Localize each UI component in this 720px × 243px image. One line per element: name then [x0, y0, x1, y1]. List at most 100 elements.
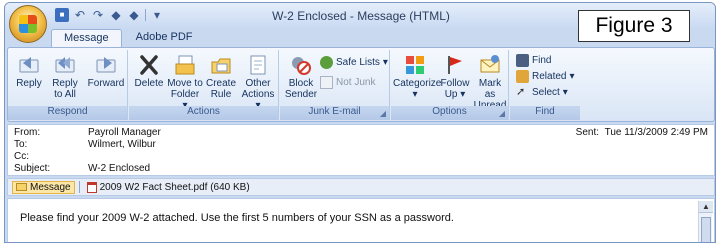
select-label: Select: [532, 87, 560, 98]
junk-email-label: Junk E-mail: [308, 106, 361, 117]
create-label: Create: [205, 78, 236, 89]
reply-all-label-2: to All: [54, 89, 76, 100]
message-attachment-tab[interactable]: Message: [12, 180, 75, 194]
vertical-scrollbar[interactable]: ▲: [698, 201, 713, 242]
pdf-file-icon: [86, 181, 97, 193]
office-logo-icon: [19, 15, 37, 33]
office-button[interactable]: [9, 5, 47, 43]
other-actions-icon: [250, 55, 266, 75]
related-icon: [516, 70, 529, 83]
not-junk-label: Not Junk: [336, 77, 376, 88]
forward-icon: [96, 57, 116, 73]
to-value[interactable]: Wilmert, Wilbur: [88, 139, 156, 150]
group-respond: Reply Reply to All Forward Respond: [8, 50, 128, 120]
ribbon: Reply Reply to All Forward Respond Delet…: [7, 47, 715, 122]
redo-icon[interactable]: ↷: [91, 8, 105, 22]
move-to-label: Move to: [167, 78, 203, 89]
subject-label: Subject:: [14, 163, 51, 174]
message-tab-label: Message: [30, 181, 71, 193]
select-cursor-icon: ➚: [516, 86, 526, 98]
from-label: From:: [14, 127, 41, 138]
attachment-divider: [78, 181, 80, 193]
safe-lists-button[interactable]: Safe Lists ▾: [320, 56, 388, 69]
subject-value: W-2 Enclosed: [88, 163, 151, 174]
dialog-launcher-icon[interactable]: ◢: [380, 109, 386, 118]
move-to-folder-button[interactable]: Move to Folder ▾: [167, 54, 203, 111]
pdf-attachment-label: 2009 W2 Fact Sheet.pdf (640 KB): [99, 181, 250, 193]
delete-label: Delete: [134, 78, 164, 89]
up-label: Up: [444, 89, 458, 100]
customize-toolbar-icon[interactable]: ▾: [150, 8, 164, 22]
figure-label: Figure 3: [578, 10, 690, 42]
other-label: Other: [245, 78, 271, 89]
group-label-respond: Respond: [8, 106, 127, 120]
forward-button[interactable]: Forward: [86, 54, 126, 89]
delete-button[interactable]: Delete: [133, 54, 165, 89]
to-label: To:: [14, 139, 28, 150]
scroll-up-icon[interactable]: ▲: [699, 201, 713, 213]
message-body[interactable]: Please find your 2009 W-2 attached. Use …: [7, 198, 715, 242]
mark-unread-icon: [480, 55, 500, 73]
related-label: Related: [532, 71, 567, 82]
message-body-text: Please find your 2009 W-2 attached. Use …: [20, 212, 454, 224]
group-options: Categorize▾ Follow Up ▾ Mark as Unread O…: [391, 50, 509, 120]
reply-all-button[interactable]: Reply to All: [48, 54, 82, 100]
tab-message[interactable]: Message: [51, 29, 122, 47]
group-label-options: Options ◢: [391, 106, 508, 120]
categorize-button[interactable]: Categorize ▾: [393, 54, 441, 100]
scroll-thumb[interactable]: [701, 217, 711, 242]
follow-up-flag-icon: [448, 56, 462, 74]
tab-adobe-pdf[interactable]: Adobe PDF: [124, 29, 205, 47]
forward-label: Forward: [87, 78, 125, 89]
reply-all-label: Reply: [52, 78, 78, 89]
sent-info: Sent: Tue 11/3/2009 2:49 PM: [576, 127, 708, 138]
sent-value: Tue 11/3/2009 2:49 PM: [604, 127, 708, 138]
group-junk-email: Block Sender Safe Lists ▾ Not Junk Junk …: [280, 50, 390, 120]
envelope-icon: [16, 183, 27, 191]
save-icon[interactable]: ■: [55, 8, 69, 22]
message-header: From: Payroll Manager To: Wilmert, Wilbu…: [7, 124, 715, 176]
ribbon-tabs: Message Adobe PDF: [51, 29, 205, 47]
follow-up-button[interactable]: Follow Up ▾: [439, 54, 471, 100]
follow-label: Follow: [440, 78, 470, 89]
reply-icon: [19, 57, 39, 73]
other-actions-button[interactable]: Other Actions ▾: [239, 54, 277, 111]
reply-all-icon: [55, 57, 75, 73]
group-label-junk: Junk E-mail ◢: [280, 106, 389, 120]
not-junk-button[interactable]: Not Junk: [320, 76, 375, 89]
categorize-label: Categorize: [393, 78, 442, 89]
categorize-icon: [406, 56, 424, 74]
block-label: Block: [288, 78, 314, 89]
actions-label: Actions: [241, 89, 275, 100]
mark-as-label: Mark as: [478, 78, 502, 100]
find-button[interactable]: Find: [516, 54, 551, 67]
create-rule-button[interactable]: Create Rule: [205, 54, 237, 100]
attachments-bar: Message 2009 W2 Fact Sheet.pdf (640 KB): [7, 178, 715, 196]
reply-label: Reply: [16, 78, 42, 89]
sent-label: Sent:: [575, 127, 600, 138]
cc-label: Cc:: [14, 151, 29, 162]
toolbar-divider: [145, 9, 146, 21]
select-button[interactable]: ➚ Select ▾: [516, 86, 568, 99]
group-label-actions: Actions: [129, 106, 278, 120]
group-label-find: Find: [510, 106, 580, 120]
undo-icon[interactable]: ↶: [73, 8, 87, 22]
safe-lists-icon: [320, 56, 333, 69]
dialog-launcher-icon[interactable]: ◢: [499, 109, 505, 118]
delete-icon: [140, 55, 158, 75]
related-button[interactable]: Related ▾: [516, 70, 575, 83]
move-to-folder-icon: [175, 55, 195, 75]
group-find: Find Related ▾ ➚ Select ▾ Find: [510, 50, 580, 120]
previous-item-icon[interactable]: ◆: [109, 8, 123, 22]
sender-label: Sender: [284, 89, 318, 100]
block-sender-button[interactable]: Block Sender: [284, 54, 318, 100]
mark-as-unread-button[interactable]: Mark as Unread: [473, 54, 507, 111]
reply-button[interactable]: Reply: [12, 54, 46, 89]
find-label: Find: [532, 55, 552, 66]
not-junk-icon: [320, 76, 333, 89]
next-item-icon[interactable]: ◆: [127, 8, 141, 22]
block-sender-icon: [292, 57, 311, 75]
rule-label: Rule: [210, 89, 232, 100]
from-value[interactable]: Payroll Manager: [88, 127, 161, 138]
pdf-attachment[interactable]: 2009 W2 Fact Sheet.pdf (640 KB): [84, 181, 253, 193]
